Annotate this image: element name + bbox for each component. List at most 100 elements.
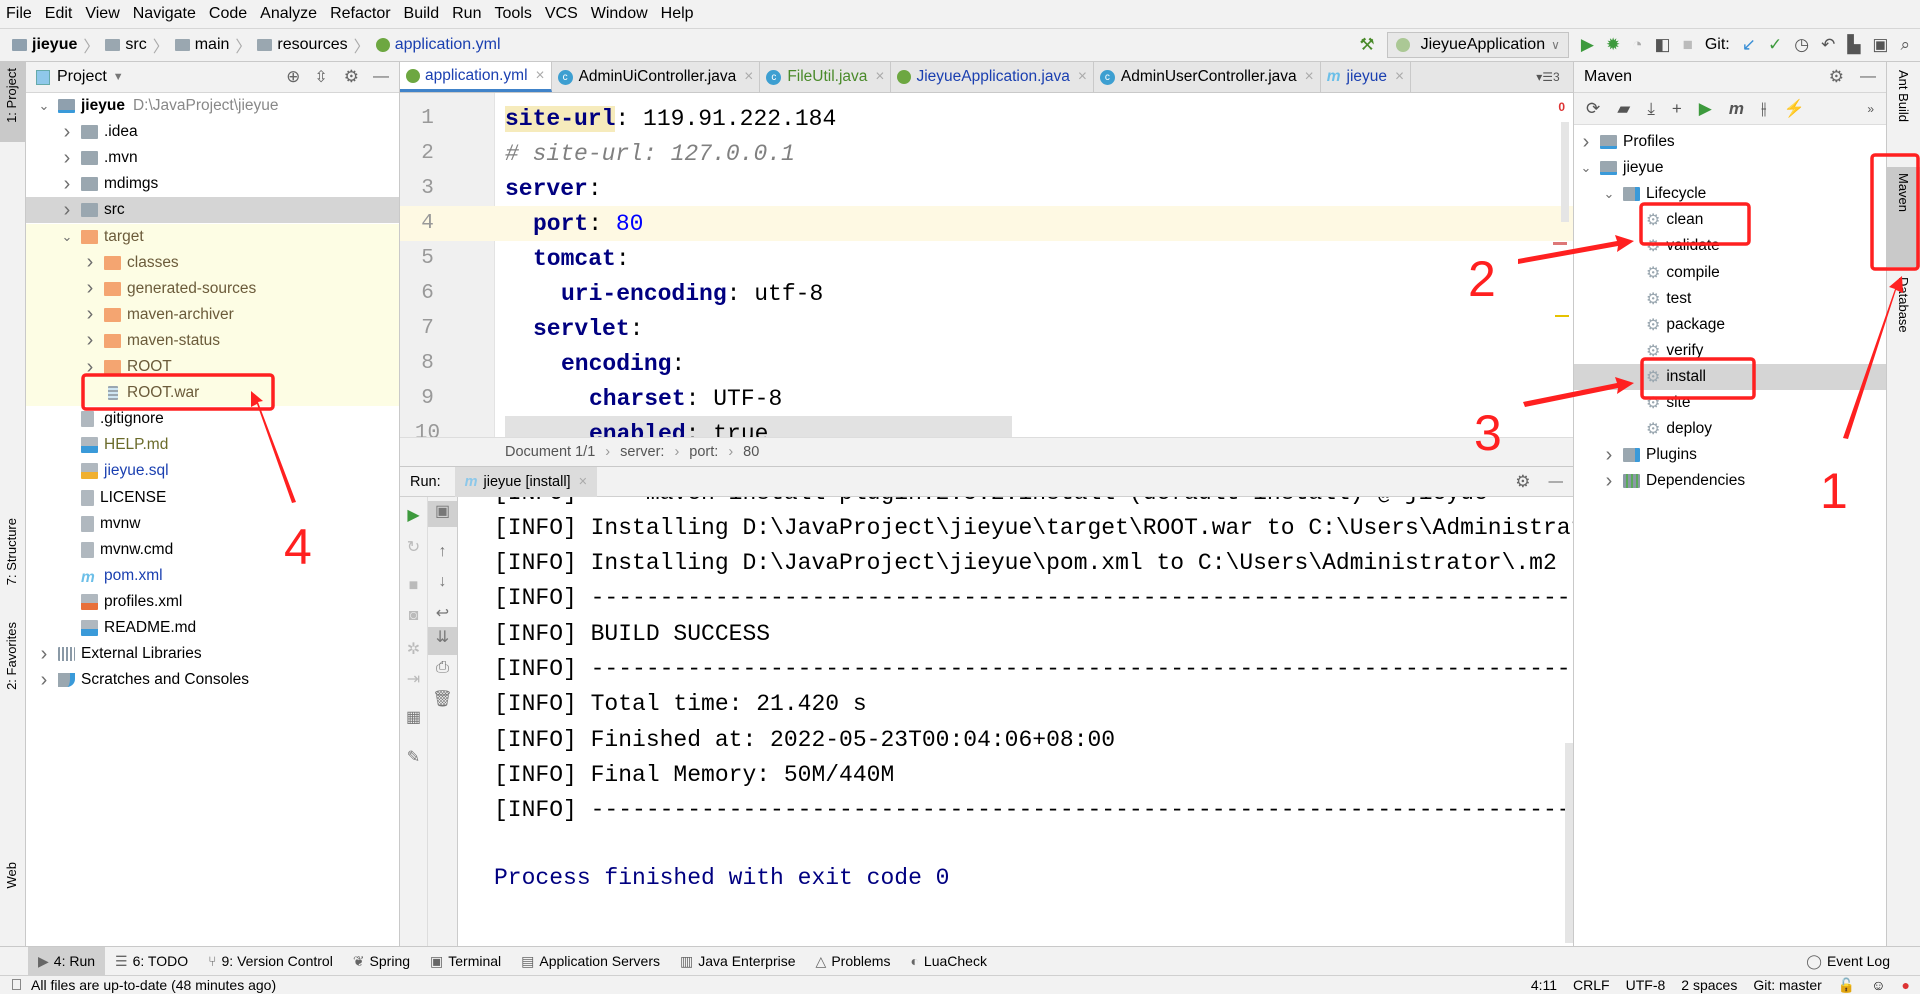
chevron-right-icon[interactable]: › (1578, 131, 1594, 154)
reload-icon[interactable]: ⟳ (1586, 99, 1600, 119)
maven-item-profiles[interactable]: › Profiles (1574, 129, 1886, 155)
run-tab-jieyue-install[interactable]: m jieyue [install] × (454, 466, 598, 497)
menu-file[interactable]: File (6, 5, 32, 23)
tab-adminuicontroller-java[interactable]: c AdminUiController.java × (552, 62, 761, 92)
tree-item--mvn[interactable]: › .mvn (26, 145, 399, 171)
maven-item-install[interactable]: ⚙ install (1574, 363, 1886, 390)
stripe-button-maven[interactable]: Maven (1887, 167, 1920, 267)
tool-button-luacheck[interactable]: ◐ LuaCheck (900, 947, 997, 975)
tree-item-mvnw[interactable]: mvnw (26, 511, 399, 537)
stop-icon[interactable]: ■ (400, 577, 427, 595)
run-configuration-dropdown[interactable]: JieyueApplication ∨ (1386, 32, 1569, 58)
debug-bug-icon[interactable]: ✹ (1606, 35, 1620, 55)
more-icon[interactable]: » (1867, 102, 1874, 116)
menu-refactor[interactable]: Refactor (330, 5, 390, 23)
add-icon[interactable]: + (1672, 99, 1682, 119)
menu-help[interactable]: Help (661, 5, 694, 23)
tab-jieyueapplication-java[interactable]: JieyueApplication.java × (891, 62, 1094, 92)
breadcrumb-resources[interactable]: resources 〉 (257, 33, 370, 57)
git-branch[interactable]: Git: master (1753, 977, 1821, 993)
breadcrumb-main[interactable]: main 〉 (174, 33, 251, 57)
menu-analyze[interactable]: Analyze (260, 5, 317, 23)
stripe-button-database[interactable]: Database (1896, 277, 1911, 333)
status-message[interactable]: All files are up-to-date (48 minutes ago… (31, 977, 276, 993)
chevron-down-icon[interactable]: ⌄ (59, 229, 75, 245)
chevron-right-icon[interactable]: › (82, 303, 98, 326)
tool-button-java-enterprise[interactable]: ▥ Java Enterprise (670, 947, 806, 975)
maven-item-deploy[interactable]: ⚙ deploy (1574, 416, 1886, 442)
line-separator[interactable]: CRLF (1573, 977, 1610, 993)
rerun-icon[interactable]: ▶ (400, 505, 427, 525)
soft-wrap-icon[interactable]: ↩ (428, 603, 457, 623)
warning-stripe-marker[interactable] (1555, 315, 1569, 317)
breadcrumb-src[interactable]: src 〉 (105, 33, 169, 57)
maven-item-jieyue[interactable]: ⌄ jieyue (1574, 155, 1886, 181)
offline-lightning-icon[interactable]: ⚡ (1784, 99, 1805, 119)
tree-item-profiles-xml[interactable]: profiles.xml (26, 589, 399, 615)
maven-item-lifecycle[interactable]: ⌄ Lifecycle (1574, 181, 1886, 207)
maven-item-test[interactable]: ⚙ test (1574, 286, 1886, 312)
tool-button-application-servers[interactable]: ▤ Application Servers (511, 947, 670, 975)
bc-server[interactable]: server: (620, 444, 664, 460)
close-tab-icon[interactable]: × (1078, 68, 1087, 86)
tab-jieyue[interactable]: m jieyue × (1321, 62, 1412, 92)
pin-icon[interactable]: ✎ (400, 747, 427, 767)
tree-item-mvnw-cmd[interactable]: mvnw.cmd (26, 537, 399, 563)
run-icon[interactable]: ▶ (1699, 99, 1712, 119)
close-tab-icon[interactable]: × (875, 68, 884, 86)
rollback-icon[interactable]: ↶ (1821, 35, 1835, 55)
toggle-view-icon[interactable]: ▣ (428, 501, 457, 527)
git-commit-check-icon[interactable]: ✓ (1768, 35, 1782, 55)
tree-item-jieyue[interactable]: ⌄ jieyue D:\JavaProject\jieyue (26, 93, 399, 119)
menu-vcs[interactable]: VCS (545, 5, 578, 23)
tree-item-license[interactable]: LICENSE (26, 485, 399, 511)
print-icon[interactable]: ⎙ (428, 659, 457, 677)
generate-sources-icon[interactable]: ▰ (1617, 99, 1630, 119)
tab-application-yml[interactable]: application.yml × (400, 62, 552, 92)
down-arrow-icon[interactable]: ↓ (428, 573, 457, 591)
error-notification-icon[interactable]: ● (1902, 977, 1910, 993)
tree-item-external-libraries[interactable]: › External Libraries (26, 641, 399, 667)
menu-edit[interactable]: Edit (45, 5, 73, 23)
tree-item-mdimgs[interactable]: › mdimgs (26, 171, 399, 197)
indent-setting[interactable]: 2 spaces (1681, 977, 1737, 993)
inspector-icon[interactable]: ☺ (1871, 977, 1885, 993)
menu-run[interactable]: Run (452, 5, 481, 23)
exit-icon[interactable]: ⇥ (400, 669, 427, 689)
chevron-right-icon[interactable]: › (59, 147, 75, 170)
maven-item-validate[interactable]: ⚙ validate (1574, 233, 1886, 259)
tree-item-root-war[interactable]: ROOT.war (26, 380, 399, 407)
chevron-right-icon[interactable]: › (59, 199, 75, 222)
tab-fileutil-java[interactable]: c FileUtil.java × (760, 62, 892, 92)
maven-item-package[interactable]: ⚙ package (1574, 312, 1886, 338)
presentation-icon[interactable]: ▣ (1872, 35, 1888, 55)
maven-item-compile[interactable]: ⚙ compile (1574, 260, 1886, 286)
project-view-selector[interactable]: Project (57, 68, 107, 86)
project-structure-icon[interactable]: ▙ (1847, 35, 1860, 55)
collapse-all-icon[interactable]: ⇳ (314, 67, 327, 87)
editor-scrollbar[interactable] (1561, 122, 1569, 222)
minimize-icon[interactable]: — (1860, 68, 1876, 86)
close-tab-icon[interactable]: × (1395, 68, 1404, 86)
chevron-right-icon[interactable]: › (1601, 444, 1617, 467)
tool-button-4-run[interactable]: ▶ 4: Run (28, 947, 106, 975)
bc-value[interactable]: 80 (743, 444, 759, 460)
skip-tests-icon[interactable]: ⫲ (1761, 99, 1767, 119)
chevron-down-icon[interactable]: ⌄ (1578, 160, 1594, 176)
tool-button-spring[interactable]: ❦ Spring (343, 947, 420, 975)
tab-adminusercontroller-java[interactable]: c AdminUserController.java × (1094, 62, 1321, 92)
coverage-icon[interactable]: ◧ (1655, 35, 1671, 55)
bc-document[interactable]: Document 1/1 (505, 444, 595, 460)
search-icon[interactable]: ⌕ (1900, 35, 1910, 55)
close-tab-icon[interactable]: × (1305, 68, 1314, 86)
tree-item-help-md[interactable]: HELP.md (26, 432, 399, 458)
caret-position[interactable]: 4:11 (1531, 977, 1557, 993)
gear-icon[interactable]: ⚙ (1515, 472, 1530, 492)
close-tab-icon[interactable]: × (536, 67, 545, 85)
tree-item-pom-xml[interactable]: m pom.xml (26, 563, 399, 589)
chevron-right-icon[interactable]: › (36, 669, 52, 692)
chevron-down-icon[interactable]: ⌄ (1601, 186, 1617, 202)
trash-icon[interactable]: 🗑 (428, 689, 457, 709)
code-area[interactable]: 1 site-url: 119.91.222.184 2 # site-url: 12… (400, 93, 1573, 437)
tree-item-maven-archiver[interactable]: › maven-archiver (26, 301, 399, 328)
